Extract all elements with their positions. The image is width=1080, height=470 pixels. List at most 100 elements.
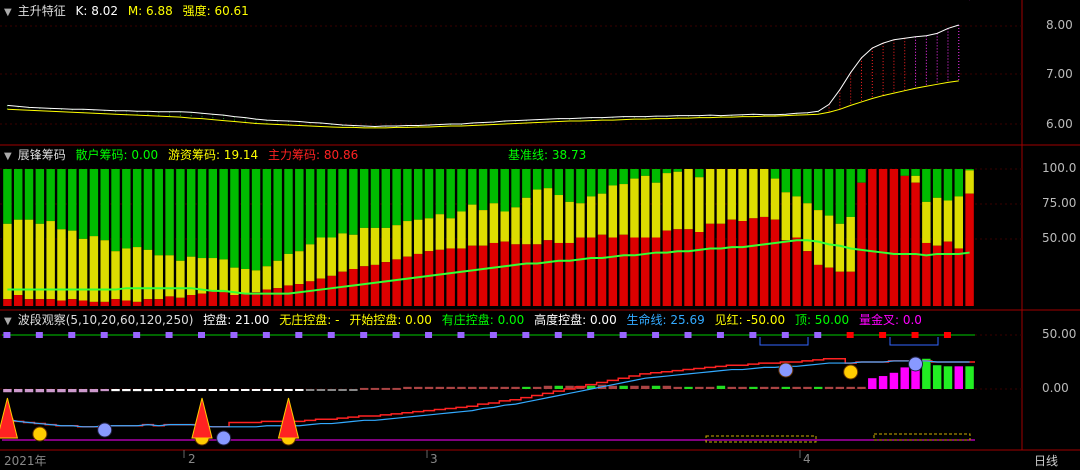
control-bar bbox=[781, 386, 791, 389]
hot-chip-bar bbox=[424, 218, 434, 252]
main-chip-bar bbox=[749, 218, 758, 306]
hot-chip-bar bbox=[241, 269, 250, 294]
top-marker bbox=[749, 332, 757, 338]
retail-chip-bar bbox=[900, 169, 909, 176]
main-chip-bar bbox=[651, 237, 661, 306]
main-chip-bar bbox=[954, 248, 963, 306]
main-chip-bar bbox=[89, 301, 99, 306]
control-bar bbox=[500, 386, 509, 389]
hot-chip-bar bbox=[349, 234, 358, 270]
control-bar bbox=[359, 387, 369, 390]
main-chip-bar bbox=[381, 262, 391, 306]
hot-chip-bar bbox=[489, 203, 499, 243]
hot-chip-bar bbox=[738, 169, 747, 222]
period-label[interactable]: 日线 bbox=[1034, 452, 1058, 469]
main-chip-bar bbox=[500, 241, 509, 306]
control-bar bbox=[251, 389, 261, 391]
retail-chip-bar bbox=[543, 169, 553, 189]
main-chip-bar bbox=[176, 297, 185, 306]
hot-chip-bar bbox=[305, 244, 315, 282]
top-marker bbox=[846, 332, 854, 338]
x-tick-label: 3 bbox=[430, 452, 438, 466]
control-bar bbox=[284, 389, 293, 391]
retail-chip-bar bbox=[489, 169, 499, 204]
signal-triangle bbox=[277, 397, 300, 439]
control-bar bbox=[241, 389, 250, 391]
retail-chip-bar bbox=[846, 169, 855, 217]
main-chip-bar bbox=[78, 300, 88, 306]
control-bar bbox=[338, 389, 347, 391]
y-tick-label: 6.00 bbox=[1046, 117, 1073, 131]
top-marker bbox=[3, 332, 11, 338]
main-chip-bar bbox=[522, 244, 531, 306]
main-chip-bar bbox=[143, 299, 153, 306]
main-chip-bar bbox=[641, 237, 650, 306]
retail-chip-bar bbox=[186, 169, 196, 257]
control-bar bbox=[78, 389, 88, 393]
main-chip-bar bbox=[154, 299, 163, 306]
hot-chip-bar bbox=[684, 169, 693, 230]
top-marker bbox=[392, 332, 400, 338]
retail-chip-bar bbox=[3, 169, 12, 224]
control-bar bbox=[154, 389, 163, 391]
control-bar bbox=[684, 386, 693, 389]
control-bar bbox=[619, 385, 628, 389]
control-bar bbox=[143, 389, 153, 392]
hot-chip-bar bbox=[814, 210, 823, 265]
hot-chip-bar bbox=[749, 169, 758, 219]
retail-chip-bar bbox=[251, 169, 261, 271]
retail-chip-bar bbox=[327, 169, 336, 238]
main-chip-bar bbox=[792, 237, 801, 306]
main-chip-bar bbox=[965, 193, 974, 306]
hot-chip-bar bbox=[132, 247, 142, 302]
retail-chip-bar bbox=[338, 169, 347, 234]
retail-chip-bar bbox=[932, 169, 942, 198]
retail-chip-bar bbox=[14, 169, 23, 220]
y-tick-label: 8.00 bbox=[1046, 18, 1073, 32]
hot-chip-bar bbox=[78, 238, 88, 301]
hot-chip-bar bbox=[370, 227, 380, 265]
retail-chip-bar bbox=[803, 169, 812, 204]
retail-chip-bar bbox=[68, 169, 77, 231]
control-bar bbox=[489, 386, 499, 389]
hot-chip-bar bbox=[759, 169, 769, 217]
hot-chip-bar bbox=[576, 203, 585, 238]
top-marker bbox=[230, 332, 238, 338]
main-chip-bar bbox=[435, 249, 445, 306]
control-bar bbox=[197, 389, 207, 391]
hot-chip-bar bbox=[143, 249, 153, 300]
hot-chip-bar bbox=[911, 175, 920, 183]
control-bar bbox=[381, 387, 391, 390]
main-chip-bar bbox=[781, 240, 791, 306]
main-chip-bar bbox=[684, 229, 693, 306]
control-bar bbox=[349, 389, 358, 391]
main-chip-bar bbox=[100, 301, 109, 306]
retail-chip-bar bbox=[46, 169, 55, 222]
hot-chip-bar bbox=[705, 169, 715, 224]
control-bar bbox=[132, 389, 142, 392]
x-tick-label: 4 bbox=[803, 452, 811, 466]
control-bar bbox=[3, 389, 12, 393]
main-chip-bar bbox=[695, 232, 704, 306]
main-chip-bar bbox=[165, 296, 174, 306]
top-marker bbox=[100, 332, 108, 338]
top-marker bbox=[587, 332, 595, 338]
retail-chip-bar bbox=[176, 169, 185, 261]
top-marker bbox=[943, 332, 951, 338]
retail-chip-bar bbox=[414, 169, 423, 220]
retail-chip-bar bbox=[597, 169, 607, 194]
control-bar bbox=[370, 387, 380, 390]
main-chip-bar bbox=[273, 288, 282, 306]
retail-chip-bar bbox=[781, 169, 791, 193]
control-bar bbox=[478, 386, 488, 389]
retail-chip-bar bbox=[500, 169, 509, 212]
top-marker bbox=[425, 332, 433, 338]
retail-chip-bar bbox=[403, 169, 412, 222]
hot-chip-bar bbox=[586, 196, 596, 238]
retail-chip-bar bbox=[457, 169, 466, 212]
top-marker bbox=[716, 332, 724, 338]
sad-face-icon bbox=[216, 430, 232, 446]
retail-chip-bar bbox=[576, 169, 585, 204]
hot-chip-bar bbox=[46, 221, 55, 300]
hot-chip-bar bbox=[597, 193, 607, 235]
